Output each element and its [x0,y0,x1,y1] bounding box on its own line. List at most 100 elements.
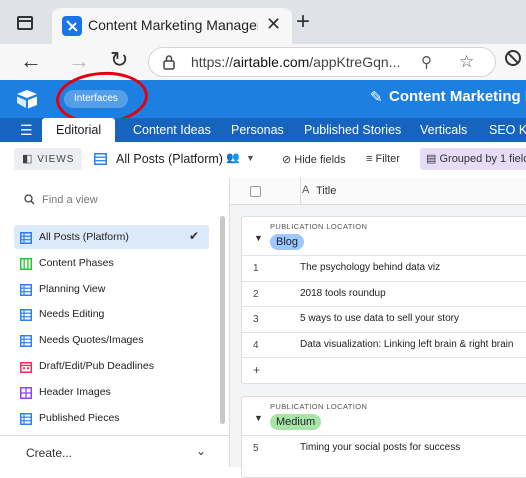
table-row[interactable]: 2 2018 tools roundup [242,280,526,307]
browser-tab-strip: Content Marketing Managemen ✕ + [0,0,526,44]
row-number: 4 [253,339,259,351]
row-title-cell[interactable]: Timing your social posts for success [300,442,460,453]
tab-seo-keywords[interactable]: SEO Ke [489,118,526,142]
table-row[interactable]: 1 The psychology behind data viz [242,255,526,281]
view-item[interactable]: Header Images [14,380,209,404]
table-row[interactable]: 5 Timing your social posts for success [242,435,526,461]
add-record-row[interactable]: + [242,357,526,383]
row-title-cell[interactable]: The psychology behind data viz [300,262,440,273]
airtable-logo-icon[interactable] [16,89,38,109]
url-text: https://airtable.com/appKtreGqn... [191,54,401,70]
zoom-icon[interactable]: ⚲ [421,53,432,71]
sidebar-scrollbar[interactable] [220,216,225,424]
view-item[interactable]: Content Phases [14,251,209,275]
view-item-label: Needs Quotes/Images [39,334,144,347]
filter-button[interactable]: ≡ Filter [366,153,400,165]
view-item[interactable]: Needs Editing [14,302,209,326]
current-view-name[interactable]: All Posts (Platform) [116,152,223,166]
group-button[interactable]: ▤ Grouped by 1 field [420,148,526,170]
lock-icon [163,55,175,70]
view-item[interactable]: All Posts (Platform) ✔ [14,225,209,249]
grid-area: A Title PUBLICATION LOCATION ▼ Blog 1 The ps… [230,178,526,478]
row-number: 2 [253,288,259,300]
filter-icon: ≡ [366,153,373,165]
search-icon [24,194,35,205]
browser-tab[interactable]: Content Marketing Managemen ✕ [52,8,292,44]
select-all-checkbox[interactable] [250,186,261,197]
tab-published-stories[interactable]: Published Stories [304,118,401,142]
table-row[interactable]: 3 5 ways to use data to sell your story [242,306,526,332]
base-title[interactable]: Content Marketing M [389,88,526,105]
view-item[interactable]: Draft/Edit/Pub Deadlines [14,354,209,378]
window-menu-icon[interactable] [17,16,33,30]
view-item-label: Draft/Edit/Pub Deadlines [39,360,154,372]
chevron-down-icon[interactable]: ⌄ [196,444,206,458]
view-item-label: Needs Editing [39,308,105,321]
close-tab-icon[interactable]: ✕ [266,14,281,35]
address-bar[interactable]: https://airtable.com/appKtreGqn... ⚲ ☆ [148,47,496,77]
tab-content-ideas[interactable]: Content Ideas [133,118,211,142]
chevron-down-icon[interactable]: ▼ [246,153,255,163]
table-tabs-bar: ☰ Editorial Content Ideas Personas Publi… [0,118,526,142]
add-favorite-icon[interactable]: ☆ [459,52,474,72]
filter-label: Filter [375,153,400,165]
record-group: PUBLICATION LOCATION ▼ Medium 5 Timing your … [241,396,526,478]
pencil-icon: ✎ [370,89,383,106]
airtable-favicon-icon [62,16,82,36]
record-group: PUBLICATION LOCATION ▼ Blog 1 The psychology… [241,216,526,384]
column-divider [300,178,301,204]
tab-personas[interactable]: Personas [231,118,284,142]
table-row[interactable]: 4 Data visualization: Linking left brain … [242,331,526,358]
column-header-row: A Title [230,178,526,205]
grid-icon [20,412,32,425]
row-title-cell[interactable]: Data visualization: Linking left brain &… [300,339,513,350]
group-value-pill: Medium [270,414,322,430]
views-sidebar: All Posts (Platform) ✔ Content Phases Plann… [0,178,230,467]
view-item-label: Published Pieces [39,411,120,424]
hide-fields-button[interactable]: ⊘ Hide fields [282,153,346,166]
tab-verticals[interactable]: Verticals [420,118,467,142]
calendar-icon [20,360,32,373]
group-field-label: PUBLICATION LOCATION [270,402,368,411]
grid-icon [20,231,32,244]
group-value-pill: Blog [270,234,305,250]
blocked-icon[interactable] [505,50,521,66]
hamburger-menu-icon[interactable]: ☰ [20,122,33,139]
row-number: 3 [253,314,259,325]
tab-editorial[interactable]: Editorial [42,118,116,142]
views-label: VIEWS [37,154,75,165]
row-title-cell[interactable]: 2018 tools roundup [300,288,386,299]
views-toggle-button[interactable]: ◧ VIEWS [14,148,83,170]
grid-icon [20,283,32,296]
view-item-label: Header Images [39,385,111,398]
hide-fields-label: Hide fields [294,154,346,166]
collaborative-view-icon: 👥 [226,152,240,164]
forward-arrow-icon[interactable]: → [68,48,90,74]
row-number: 1 [253,263,259,274]
group-field-label: PUBLICATION LOCATION [270,222,368,231]
grid-icon [20,334,32,348]
collapse-triangle-icon[interactable]: ▼ [254,413,263,423]
back-arrow-icon[interactable]: ← [20,48,42,74]
view-item[interactable]: Needs Quotes/Images [14,328,209,352]
sidebar-divider [0,435,229,436]
group-label: Grouped by 1 field [439,153,526,165]
hide-eye-icon: ⊘ [282,154,292,166]
view-toolbar: ◧ VIEWS All Posts (Platform) 👥 ▼ ⊘ Hide … [0,142,526,179]
collapse-triangle-icon[interactable]: ▼ [254,233,263,243]
reload-icon[interactable]: ↻ [110,47,128,73]
kanban-icon [20,257,32,270]
row-title-cell[interactable]: 5 ways to use data to sell your story [300,313,459,324]
view-item[interactable]: Published Pieces [14,406,209,430]
view-item[interactable]: Planning View [14,277,209,301]
view-item-label: Content Phases [39,256,114,269]
group-icon: ▤ [426,153,437,165]
new-tab-icon[interactable]: + [296,8,310,36]
checkmark-icon: ✔ [188,229,199,243]
grid-view-icon [94,153,107,165]
create-view-button[interactable]: Create... [26,446,72,460]
title-column-header[interactable]: Title [316,185,336,197]
find-view-input[interactable] [40,189,204,211]
view-item-label: Planning View [39,282,106,295]
view-item-label: All Posts (Platform) [39,231,129,243]
